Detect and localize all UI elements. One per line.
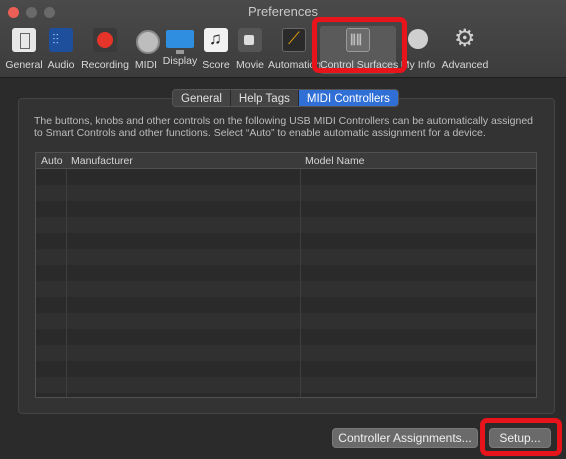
toolbar-label: MIDI (134, 59, 158, 71)
toolbar-label: Control Surfaces (320, 59, 399, 71)
column-header-auto[interactable]: Auto (41, 155, 63, 167)
movie-icon (238, 28, 262, 52)
table-row (36, 185, 536, 201)
toolbar-item-movie[interactable]: Movie (232, 26, 268, 74)
toolbar-item-recording[interactable]: Recording (78, 26, 132, 74)
toolbar-label: Recording (81, 59, 129, 71)
tab-general[interactable]: General (173, 90, 231, 106)
toolbar-label: Display (162, 55, 198, 67)
column-header-manufacturer[interactable]: Manufacturer (71, 155, 133, 167)
toolbar-item-control-surfaces[interactable]: Control Surfaces (320, 26, 399, 74)
audio-icon (49, 28, 73, 52)
display-icon (166, 30, 194, 54)
general-icon (12, 28, 36, 52)
controller-assignments-button[interactable]: Controller Assignments... (332, 428, 478, 448)
toolbar-item-audio[interactable]: Audio (44, 26, 78, 74)
table-header: Auto Manufacturer Model Name (36, 153, 536, 169)
control-surfaces-icon (346, 28, 370, 52)
toolbar-label: General (5, 59, 43, 71)
toolbar-label: My Info (400, 59, 436, 71)
tab-bar: General Help Tags MIDI Controllers (172, 89, 399, 107)
toolbar-item-general[interactable]: General (4, 26, 44, 74)
toolbar-item-display[interactable]: Display (160, 26, 200, 74)
score-icon (204, 28, 228, 52)
table-row (36, 281, 536, 297)
toolbar-item-automation[interactable]: Automation (268, 26, 322, 74)
table-row (36, 249, 536, 265)
column-header-model-name[interactable]: Model Name (305, 155, 365, 167)
advanced-icon (453, 24, 477, 53)
my-info-icon (406, 28, 430, 52)
table-row (36, 377, 536, 393)
tab-midi-controllers[interactable]: MIDI Controllers (298, 90, 398, 106)
table-row (36, 345, 536, 361)
recording-icon (93, 28, 117, 52)
toolbar-item-my-info[interactable]: My Info (396, 26, 440, 74)
midi-icon (134, 28, 160, 54)
toolbar-label: Automation (268, 59, 322, 71)
automation-icon (282, 28, 306, 52)
preferences-toolbar: General Audio Recording MIDI Display Sco… (4, 24, 562, 74)
tab-help-tags[interactable]: Help Tags (231, 90, 299, 106)
toolbar-label: Movie (235, 59, 264, 71)
column-divider (300, 153, 301, 397)
table-row (36, 217, 536, 233)
description-text: The buttons, knobs and other controls on… (34, 115, 534, 139)
window-title: Preferences (247, 4, 319, 19)
column-divider (66, 153, 67, 397)
window-titlebar: Preferences General Audio Recording MIDI… (0, 0, 566, 78)
midi-controllers-table[interactable]: Auto Manufacturer Model Name (35, 152, 537, 398)
toolbar-item-midi[interactable]: MIDI (132, 26, 160, 74)
table-row (36, 313, 536, 329)
toolbar-label: Score (202, 59, 230, 71)
setup-button[interactable]: Setup... (489, 428, 551, 448)
toolbar-item-score[interactable]: Score (200, 26, 232, 74)
toolbar-label: Audio (47, 59, 75, 71)
toolbar-item-advanced[interactable]: Advanced (440, 24, 490, 74)
toolbar-label: Advanced (441, 59, 489, 71)
